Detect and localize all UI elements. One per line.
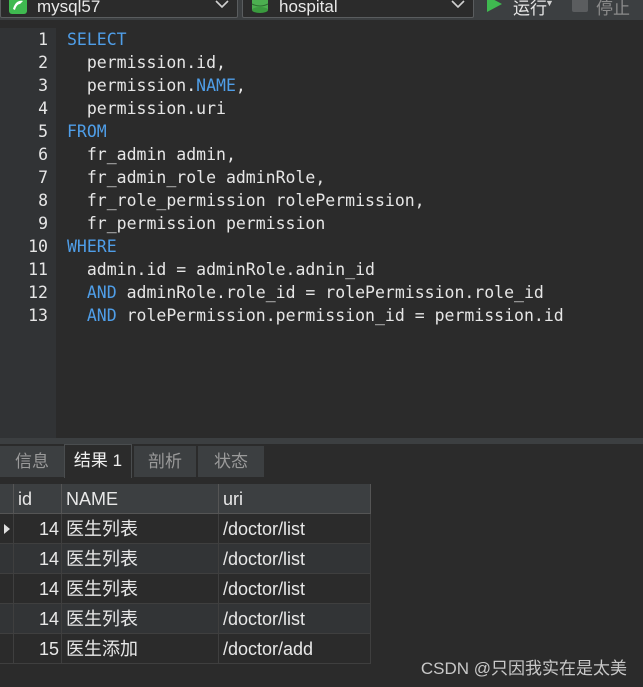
line-number: 2	[38, 53, 48, 72]
cell-uri[interactable]: /doctor/add	[219, 634, 371, 664]
row-indicator[interactable]	[0, 574, 14, 604]
line-number: 5	[38, 122, 48, 141]
sql-keyword: FROM	[67, 122, 107, 141]
code-line[interactable]: admin.id = adminRole.adnin_id	[67, 258, 375, 281]
cell-name[interactable]: 医生列表	[62, 604, 219, 634]
code-line[interactable]: AND adminRole.role_id = rolePermission.r…	[67, 281, 544, 304]
toolbar: mysql57 hospital 运行 ▼ 停止	[0, 0, 643, 20]
grid-header-row: id NAME uri	[0, 484, 371, 514]
sql-text: permission.id,	[67, 53, 226, 72]
sql-editor[interactable]: 1 2 3 4 5 6 7 8 9 10 11 12 13 SELECT permission.id, …	[0, 28, 643, 438]
line-number: 9	[38, 214, 48, 233]
cell-uri[interactable]: /doctor/list	[219, 604, 371, 634]
code-line[interactable]: fr_permission permission	[67, 212, 325, 235]
tab-3[interactable]: 状态	[198, 446, 264, 477]
column-header-uri[interactable]: uri	[219, 484, 371, 514]
line-number: 1	[38, 30, 48, 49]
tab-0[interactable]: 信息	[0, 446, 64, 477]
line-number: 3	[38, 76, 48, 95]
row-indicator[interactable]	[0, 604, 14, 634]
play-icon	[487, 0, 502, 12]
run-dropdown-arrow-icon[interactable]: ▼	[545, 0, 554, 8]
dolphin-connection-icon	[9, 0, 27, 14]
line-number: 13	[28, 306, 48, 325]
code-line[interactable]: fr_role_permission rolePermission,	[67, 189, 425, 212]
code-line[interactable]: fr_admin_role adminRole,	[67, 166, 325, 189]
sql-text: ,	[235, 76, 246, 95]
table-row[interactable]: 14 医生列表/doctor/list	[0, 604, 371, 634]
row-indicator[interactable]	[0, 514, 14, 544]
run-label: 运行	[513, 0, 547, 18]
sql-text: admin.id = adminRole.adnin_id	[67, 260, 375, 279]
row-indicator-header	[0, 484, 14, 514]
sql-keyword: AND	[86, 283, 117, 302]
sql-keyword: NAME	[196, 76, 236, 95]
sql-keyword: WHERE	[67, 237, 117, 256]
row-indicator[interactable]	[0, 544, 14, 574]
cell-id[interactable]: 14	[14, 544, 62, 574]
line-number: 12	[28, 283, 48, 302]
sql-text: fr_admin_role adminRole,	[67, 168, 326, 187]
sql-text: rolePermission.permission_id = permissio…	[116, 306, 564, 325]
row-indicator[interactable]	[0, 634, 14, 664]
chevron-down-icon	[451, 0, 465, 9]
table-row[interactable]: 14 医生列表/doctor/list	[0, 514, 371, 544]
connection-name: mysql57	[37, 0, 101, 16]
sql-text: fr_permission permission	[67, 214, 326, 233]
sql-text: fr_role_permission rolePermission,	[67, 191, 425, 210]
code-line[interactable]: permission.uri	[67, 97, 226, 120]
current-row-arrow-icon	[4, 524, 10, 534]
line-number: 7	[38, 168, 48, 187]
cell-uri[interactable]: /doctor/list	[219, 544, 371, 574]
result-tabbar: 信息 结果 1 剖析 状态	[0, 444, 643, 478]
cell-name[interactable]: 医生列表	[62, 574, 219, 604]
sql-text: fr_admin admin,	[67, 145, 236, 164]
database-select[interactable]: hospital	[242, 0, 474, 18]
watermark: CSDN @只因我实在是太美	[420, 659, 627, 678]
database-name: hospital	[279, 0, 338, 16]
sql-keyword: AND	[86, 306, 117, 325]
code-line[interactable]: AND rolePermission.permission_id = permi…	[67, 304, 564, 327]
cell-name[interactable]: 医生列表	[62, 544, 219, 574]
table-row[interactable]: 15 医生添加/doctor/add	[0, 634, 371, 664]
line-number: 6	[38, 145, 48, 164]
line-number: 11	[28, 260, 48, 279]
tab-1[interactable]: 结果 1	[64, 444, 132, 478]
column-header-name[interactable]: NAME	[62, 484, 219, 514]
cell-uri[interactable]: /doctor/list	[219, 514, 371, 544]
sql-text: permission.	[67, 76, 197, 95]
sql-text: adminRole.role_id = rolePermission.role_…	[116, 283, 544, 302]
cell-name[interactable]: 医生列表	[62, 514, 219, 544]
code-line[interactable]: FROM	[67, 120, 107, 143]
cell-id[interactable]: 14	[14, 574, 62, 604]
line-number: 4	[38, 99, 48, 118]
code-line[interactable]: permission.id,	[67, 51, 226, 74]
line-number: 10	[28, 237, 48, 256]
code-line[interactable]: fr_admin admin,	[67, 143, 236, 166]
line-number: 8	[38, 191, 48, 210]
table-row[interactable]: 14 医生列表/doctor/list	[0, 544, 371, 574]
cell-id[interactable]: 15	[14, 634, 62, 664]
column-header-id[interactable]: id	[14, 484, 62, 514]
chevron-down-icon	[215, 0, 229, 9]
code-line[interactable]: permission.NAME,	[67, 74, 246, 97]
table-row[interactable]: 14 医生列表/doctor/list	[0, 574, 371, 604]
tab-2[interactable]: 剖析	[134, 446, 196, 477]
line-number-gutter: 1 2 3 4 5 6 7 8 9 10 11 12 13	[0, 28, 56, 438]
stop-label: 停止	[596, 0, 630, 18]
sql-text: permission.uri	[67, 99, 226, 118]
connection-select[interactable]: mysql57	[0, 0, 238, 18]
cell-uri[interactable]: /doctor/list	[219, 574, 371, 604]
code-line[interactable]: WHERE	[67, 235, 117, 258]
cell-id[interactable]: 14	[14, 514, 62, 544]
database-cylinder-icon	[251, 0, 269, 13]
sql-keyword: SELECT	[67, 30, 127, 49]
cell-name[interactable]: 医生添加	[62, 634, 219, 664]
cell-id[interactable]: 14	[14, 604, 62, 634]
stop-square-icon	[572, 0, 588, 12]
code-line[interactable]: SELECT	[67, 28, 127, 51]
